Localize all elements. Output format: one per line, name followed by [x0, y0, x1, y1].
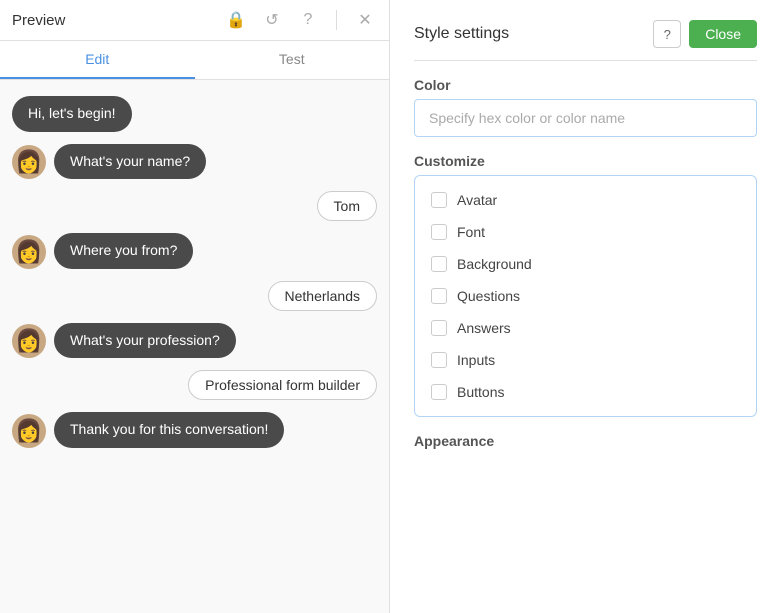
- checkbox-questions[interactable]: [431, 288, 447, 304]
- checkbox-avatar[interactable]: [431, 192, 447, 208]
- checkbox-buttons[interactable]: [431, 384, 447, 400]
- checkbox-inputs[interactable]: [431, 352, 447, 368]
- chat-row: 👩 Where you from?: [12, 233, 377, 269]
- help-icon[interactable]: ?: [296, 8, 320, 32]
- avatar: 👩: [12, 414, 46, 448]
- color-section: Color: [414, 77, 757, 137]
- bot-bubble: Hi, let's begin!: [12, 96, 132, 132]
- avatar: 👩: [12, 235, 46, 269]
- customize-label: Customize: [414, 153, 757, 169]
- customize-item-label: Avatar: [457, 192, 497, 208]
- chat-row: 👩 Thank you for this conversation!: [12, 412, 377, 448]
- user-bubble: Professional form builder: [188, 370, 377, 400]
- customize-item-label: Buttons: [457, 384, 504, 400]
- bot-bubble: Where you from?: [54, 233, 193, 269]
- customize-item-label: Answers: [457, 320, 511, 336]
- customize-item-answers[interactable]: Answers: [419, 312, 752, 344]
- customize-item-avatar[interactable]: Avatar: [419, 184, 752, 216]
- lock-icon[interactable]: 🔒: [224, 8, 248, 32]
- customize-item-questions[interactable]: Questions: [419, 280, 752, 312]
- checkbox-font[interactable]: [431, 224, 447, 240]
- customize-item-buttons[interactable]: Buttons: [419, 376, 752, 408]
- customize-item-label: Questions: [457, 288, 520, 304]
- main-container: Preview 🔒 ↺ ? ✕ Edit Test Hi, let's begi…: [0, 0, 781, 613]
- chat-area: Hi, let's begin! 👩 What's your name? Tom…: [0, 80, 389, 613]
- color-label: Color: [414, 77, 757, 93]
- appearance-section: Appearance: [414, 433, 757, 449]
- help-button[interactable]: ?: [653, 20, 681, 48]
- customize-section: Customize Avatar Font Background Questio…: [414, 153, 757, 417]
- left-header: Preview 🔒 ↺ ? ✕: [0, 0, 389, 41]
- chat-row-user: Netherlands: [12, 281, 377, 311]
- preview-title: Preview: [12, 12, 212, 29]
- bot-bubble: What's your profession?: [54, 323, 236, 359]
- customize-item-label: Background: [457, 256, 532, 272]
- tab-test[interactable]: Test: [195, 41, 390, 79]
- chat-row: 👩 What's your profession?: [12, 323, 377, 359]
- color-input[interactable]: [414, 99, 757, 137]
- bot-bubble: What's your name?: [54, 144, 206, 180]
- style-settings-title: Style settings: [414, 25, 653, 43]
- tabs: Edit Test: [0, 41, 389, 80]
- refresh-icon[interactable]: ↺: [260, 8, 284, 32]
- right-panel: Style settings ? Close Color Customize A…: [390, 0, 781, 613]
- divider: [336, 10, 337, 30]
- customize-item-font[interactable]: Font: [419, 216, 752, 248]
- checkbox-answers[interactable]: [431, 320, 447, 336]
- avatar: 👩: [12, 145, 46, 179]
- customize-item-inputs[interactable]: Inputs: [419, 344, 752, 376]
- user-bubble: Tom: [317, 191, 377, 221]
- right-header: Style settings ? Close: [414, 20, 757, 61]
- tab-edit[interactable]: Edit: [0, 41, 195, 79]
- appearance-label: Appearance: [414, 433, 757, 449]
- chat-row-user: Tom: [12, 191, 377, 221]
- checkbox-background[interactable]: [431, 256, 447, 272]
- chat-row: 👩 What's your name?: [12, 144, 377, 180]
- left-panel: Preview 🔒 ↺ ? ✕ Edit Test Hi, let's begi…: [0, 0, 390, 613]
- customize-item-background[interactable]: Background: [419, 248, 752, 280]
- user-bubble: Netherlands: [268, 281, 378, 311]
- close-icon[interactable]: ✕: [353, 8, 377, 32]
- customize-item-label: Inputs: [457, 352, 495, 368]
- bot-bubble: Thank you for this conversation!: [54, 412, 284, 448]
- customize-item-label: Font: [457, 224, 485, 240]
- avatar: 👩: [12, 324, 46, 358]
- close-button[interactable]: Close: [689, 20, 757, 48]
- chat-row-user: Professional form builder: [12, 370, 377, 400]
- customize-box: Avatar Font Background Questions Answers: [414, 175, 757, 417]
- chat-row: Hi, let's begin!: [12, 96, 377, 132]
